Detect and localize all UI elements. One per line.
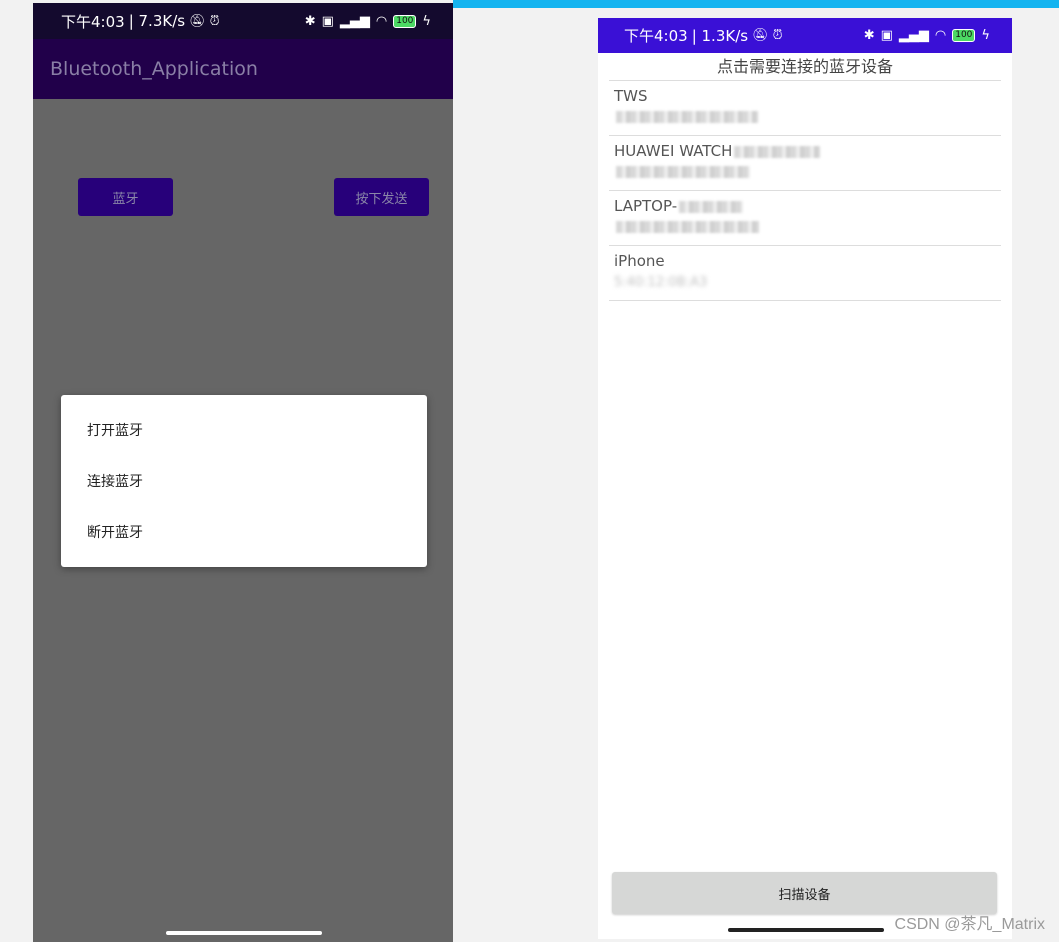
list-item[interactable]: iPhone 5:40:12:0B:A3 [609,246,1001,301]
device-list: TWS HUAWEI WATCH LAPTOP- iPhone 5:40:12:… [609,81,1001,301]
bluetooth-button[interactable]: 蓝牙 [78,178,173,216]
menu-item-disconnect-bluetooth[interactable]: 断开蓝牙 [61,506,427,557]
device-list-header: 点击需要连接的蓝牙设备 [609,53,1001,81]
device-name: LAPTOP- [614,197,1001,216]
list-item[interactable]: HUAWEI WATCH [609,136,1001,191]
battery-icon: 100 [952,29,976,42]
status-left: 下午4:03 | 7.3K/s 🔕︎ ⏰︎ [61,11,220,32]
device-address-redacted [614,216,1001,235]
status-right: ✱ ▣ ▂▄▆ ◠ 100 ϟ [864,28,990,43]
alarm-icon: ⏰︎ [772,28,783,43]
device-name: HUAWEI WATCH [614,142,1001,161]
redacted-address [616,165,750,178]
device-name: iPhone [614,252,665,270]
device-address-redacted: 5:40:12:0B:A3 [614,271,1001,292]
status-time: 下午4:03 [61,12,125,31]
menu-item-connect-bluetooth[interactable]: 连接蓝牙 [61,455,427,506]
status-net-speed: | 7.3K/s [128,12,186,30]
battery-icon: 100 [393,14,417,28]
status-bar: 下午4:03 | 7.3K/s 🔕︎ ⏰︎ ✱ ▣ ▂▄▆ ◠ 100 ϟ [33,3,453,39]
alarm-icon: ⏰︎ [209,13,220,29]
status-left: 下午4:03 | 1.3K/s 🔕︎ ⏰︎ [624,25,783,46]
hd-icon: ▣ [321,13,334,29]
mute-icon: 🔕︎ [752,28,769,43]
redacted-name-suffix [734,145,821,158]
scan-devices-button[interactable]: 扫描设备 [612,872,997,914]
device-address-redacted [614,106,1001,125]
signal-icon: ▂▄▆ [898,28,929,43]
home-indicator[interactable] [728,928,884,932]
mute-icon: 🔕︎ [189,13,206,29]
charging-icon: ϟ [981,28,990,43]
hd-icon: ▣ [880,28,893,43]
signal-icon: ▂▄▆ [339,13,370,29]
device-address: 5:40:12:0B:A3 [614,275,708,290]
charging-icon: ϟ [422,13,431,29]
status-time: 下午4:03 [624,27,688,45]
status-net-speed: | 1.3K/s [691,26,749,45]
redacted-name-suffix [679,200,744,213]
left-phone-screen: 下午4:03 | 7.3K/s 🔕︎ ⏰︎ ✱ ▣ ▂▄▆ ◠ 100 ϟ Bl… [33,3,453,942]
menu-item-open-bluetooth[interactable]: 打开蓝牙 [61,404,427,455]
watermark: CSDN @茶凡_Matrix [894,916,1045,933]
wifi-icon: ◠ [375,13,388,29]
redacted-address [616,220,759,233]
bluetooth-icon: ✱ [863,28,875,43]
screenshot-canvas: 下午4:03 | 7.3K/s 🔕︎ ⏰︎ ✱ ▣ ▂▄▆ ◠ 100 ϟ Bl… [0,0,1059,942]
device-address-redacted [614,161,1001,180]
bluetooth-menu-popup: 打开蓝牙 连接蓝牙 断开蓝牙 [61,395,427,567]
redacted-address [616,110,758,123]
wifi-icon: ◠ [934,28,947,43]
status-bar: 下午4:03 | 1.3K/s 🔕︎ ⏰︎ ✱ ▣ ▂▄▆ ◠ 100 ϟ [598,18,1012,53]
send-button[interactable]: 按下发送 [334,178,429,216]
bluetooth-icon: ✱ [304,13,316,29]
list-item[interactable]: TWS [609,81,1001,136]
list-item[interactable]: LAPTOP- [609,191,1001,246]
status-right: ✱ ▣ ▂▄▆ ◠ 100 ϟ [305,14,431,29]
home-indicator[interactable] [166,931,322,935]
app-bar: Bluetooth_Application [33,39,453,99]
device-name: TWS [614,87,648,105]
top-accent-bar [453,0,1059,8]
app-title: Bluetooth_Application [50,58,258,80]
right-phone-screen: 下午4:03 | 1.3K/s 🔕︎ ⏰︎ ✱ ▣ ▂▄▆ ◠ 100 ϟ 点击… [598,18,1012,939]
